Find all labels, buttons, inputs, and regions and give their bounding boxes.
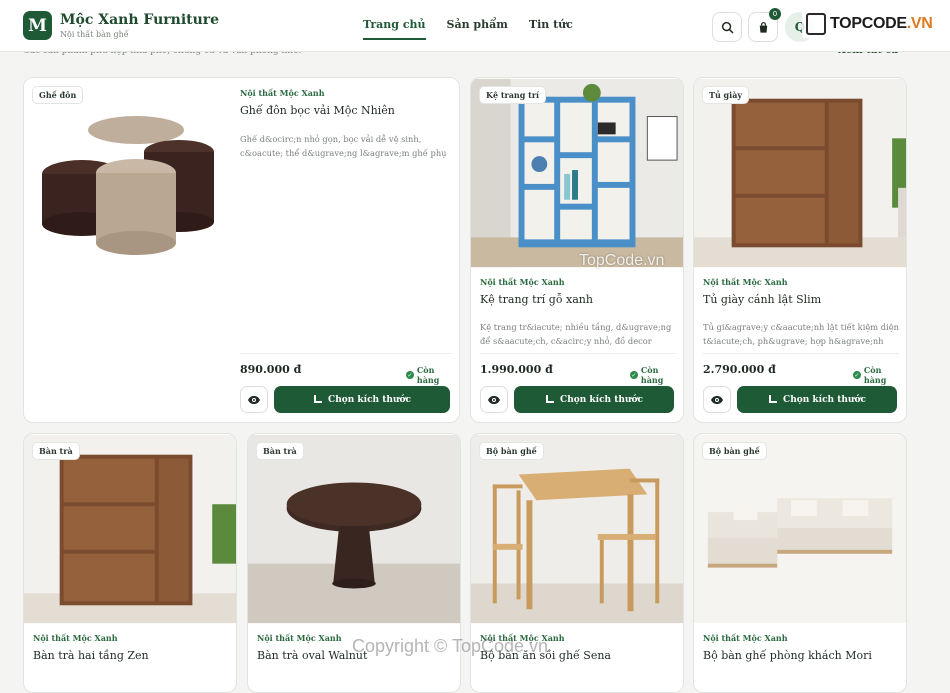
cart-button[interactable]: 0: [748, 8, 781, 42]
product-title[interactable]: Bàn trà oval Walnut: [257, 649, 367, 662]
product-price: 1.990.000 đ: [480, 363, 553, 376]
product-image[interactable]: [694, 78, 906, 268]
check-icon: ✓: [853, 371, 861, 379]
category-badge: Bàn trà: [256, 442, 304, 460]
watermark-box-icon: [806, 13, 826, 35]
stock-label: Còn hàng: [640, 365, 664, 385]
stock-label: Còn hàng: [416, 365, 440, 385]
search-button[interactable]: [712, 12, 742, 42]
divider: [703, 353, 899, 354]
stock-label: Còn hàng: [863, 365, 887, 385]
product-card: Tủ giày Nội thất Mộc Xanh Tủ giày cánh l…: [693, 77, 907, 423]
check-icon: ✓: [406, 371, 414, 379]
choose-size-label: Chọn kích thước: [328, 394, 411, 405]
choose-size-button[interactable]: Chọn kích thước: [274, 386, 450, 413]
product-title[interactable]: Bàn trà hai tầng Zen: [33, 649, 149, 662]
choose-size-button[interactable]: Chọn kích thước: [737, 386, 897, 413]
product-image[interactable]: [24, 434, 236, 624]
shopping-bag-icon: [759, 21, 767, 33]
site-header: M Mộc Xanh Furniture Nội thất bàn ghế Tr…: [0, 0, 950, 52]
brand-name: Mộc Xanh Furniture: [60, 12, 220, 28]
main-nav: Trang chủ Sản phẩm Tin tức: [363, 18, 573, 40]
product-brand: Nội thất Mộc Xanh: [703, 277, 788, 287]
divider: [240, 353, 452, 354]
product-card: Ghế đôn Nội thất Mộc Xanh Ghế đôn bọc vả…: [23, 77, 460, 423]
product-image[interactable]: [471, 434, 683, 624]
eye-icon: [711, 395, 723, 404]
watermark-logo-text: TOPCODE: [830, 15, 907, 32]
category-badge: Bộ bàn ghế: [702, 442, 767, 460]
product-description: Kệ trang tr&iacute; nhiều tầng, d&ugrave…: [480, 322, 672, 346]
ruler-icon: [314, 395, 323, 403]
watermark-logo-suffix: .VN: [906, 15, 933, 32]
choose-size-button[interactable]: Chọn kích thước: [514, 386, 674, 413]
watermark-logo: TOPCODE.VN: [802, 10, 937, 38]
eye-icon: [248, 395, 260, 404]
quick-view-button[interactable]: [240, 386, 268, 413]
product-card: Bàn trà Nội thất Mộc Xanh Bàn trà hai tầ…: [23, 433, 237, 693]
divider: [480, 353, 676, 354]
category-badge: Bộ bàn ghế: [479, 442, 544, 460]
ruler-icon: [546, 395, 555, 403]
product-price: 890.000 đ: [240, 363, 302, 376]
stock-status: ✓ Còn hàng: [853, 365, 906, 385]
product-card: Kệ trang trí TopCode.vn Nội thất Mộc Xan…: [470, 77, 684, 423]
product-brand: Nội thất Mộc Xanh: [240, 88, 325, 98]
choose-size-label: Chọn kích thước: [783, 394, 866, 405]
category-badge: Tủ giày: [702, 86, 750, 104]
product-brand: Nội thất Mộc Xanh: [480, 277, 565, 287]
nav-products[interactable]: Sản phẩm: [447, 18, 508, 40]
product-title[interactable]: Kệ trang trí gỗ xanh: [480, 293, 593, 306]
stock-status: ✓ Còn hàng: [406, 365, 459, 385]
product-card: Bộ bàn ghế Nội thất Mộc Xanh Bộ bàn ghế …: [693, 433, 907, 693]
eye-icon: [488, 395, 500, 404]
stock-status: ✓ Còn hàng: [630, 365, 683, 385]
product-title[interactable]: Bộ bàn ghế phòng khách Mori: [703, 649, 872, 662]
logo-mark: M: [23, 11, 52, 40]
product-image[interactable]: [248, 434, 460, 624]
quick-view-button[interactable]: [480, 386, 508, 413]
ruler-icon: [769, 395, 778, 403]
product-description: Ghế d&ocirc;n nhỏ gọn, bọc vải dễ vệ sin…: [240, 134, 447, 158]
product-brand: Nội thất Mộc Xanh: [257, 633, 342, 643]
nav-news[interactable]: Tin tức: [529, 18, 573, 40]
quick-view-button[interactable]: [703, 386, 731, 413]
choose-size-label: Chọn kích thước: [560, 394, 643, 405]
image-watermark: TopCode.vn: [579, 252, 665, 269]
product-description: Tủ gi&agrave;y c&aacute;nh lật tiết kiệm…: [703, 322, 899, 346]
check-icon: ✓: [630, 371, 638, 379]
product-title[interactable]: Tủ giày cánh lật Slim: [703, 293, 821, 306]
product-brand: Nội thất Mộc Xanh: [33, 633, 118, 643]
product-image[interactable]: [24, 78, 229, 278]
product-image[interactable]: [694, 434, 906, 624]
product-price: 2.790.000 đ: [703, 363, 776, 376]
nav-home[interactable]: Trang chủ: [363, 18, 426, 40]
product-title[interactable]: Ghế đôn bọc vải Mộc Nhiên: [240, 104, 395, 117]
category-badge: Kệ trang trí: [479, 86, 547, 104]
brand-tagline: Nội thất bàn ghế: [60, 30, 129, 39]
category-badge: Bàn trà: [32, 442, 80, 460]
search-icon: [721, 21, 733, 33]
product-image[interactable]: [471, 78, 683, 268]
product-brand: Nội thất Mộc Xanh: [703, 633, 788, 643]
brand-logo-link[interactable]: M Mộc Xanh Furniture Nội thất bàn ghế: [23, 11, 219, 40]
footer-watermark: Copyright © TopCode.vn: [352, 636, 549, 656]
cart-count-badge: 0: [769, 8, 781, 20]
category-badge: Ghế đôn: [32, 86, 84, 104]
